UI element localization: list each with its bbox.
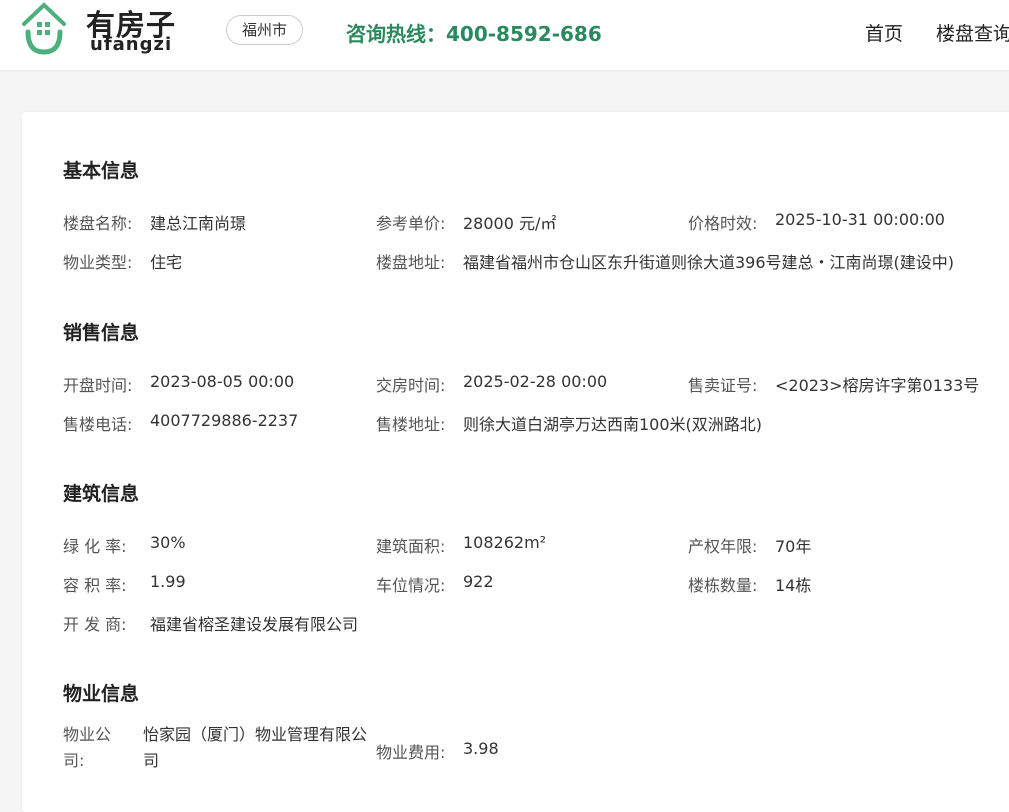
info-field: 物业费用: 3.98 <box>376 739 499 763</box>
field-value: 3.98 <box>463 739 499 758</box>
nav-property-search[interactable]: 楼盘查询 <box>936 19 1009 46</box>
site-header: 有房子 ufangzi 福州市 咨询热线：400-8592-686 首页 楼盘查… <box>0 0 1009 70</box>
info-field: 楼盘名称: 建总江南尚璟 <box>63 210 246 234</box>
field-value: 则徐大道白湖亭万达西南100米(双洲路北) <box>463 415 763 434</box>
field-label: 开 发 商: <box>63 615 127 634</box>
field-value: 108262m² <box>463 533 547 552</box>
building-info-title: 建筑信息 <box>63 483 140 505</box>
field-value: 922 <box>463 572 494 591</box>
field-label: 参考单价: <box>376 214 446 233</box>
field-label: 售楼地址: <box>376 415 446 434</box>
info-field: 售卖证号: <2023>榕房许字第0133号 <box>688 372 979 396</box>
info-field: 建筑面积: 108262m² <box>376 533 546 557</box>
house-icon <box>22 2 66 55</box>
field-value: 福建省榕圣建设发展有限公司 <box>150 615 359 634</box>
info-field: 楼栋数量: 14栋 <box>688 572 811 596</box>
field-label: 产权年限: <box>688 537 758 556</box>
field-value: 4007729886-2237 <box>150 411 299 430</box>
field-value: 建总江南尚璟 <box>150 214 247 233</box>
field-label: 开盘时间: <box>63 376 133 395</box>
info-field: 价格时效: 2025-10-31 00:00:00 <box>688 210 945 234</box>
info-field: 交房时间: 2025-02-28 00:00 <box>376 372 607 396</box>
city-selector[interactable]: 福州市 <box>226 15 303 45</box>
info-field: 售楼地址: 则徐大道白湖亭万达西南100米(双洲路北) <box>376 411 762 435</box>
basic-info-title: 基本信息 <box>63 160 140 182</box>
field-value: 70年 <box>775 537 812 556</box>
hotline: 咨询热线：400-8592-686 <box>346 22 602 46</box>
field-label: 楼栋数量: <box>688 576 758 595</box>
field-label: 售楼电话: <box>63 415 133 434</box>
field-label: 价格时效: <box>688 214 758 233</box>
logo-subtext: ufangzi <box>90 34 173 55</box>
field-value: <2023>榕房许字第0133号 <box>775 376 980 395</box>
field-label: 容 积 率: <box>63 576 127 595</box>
info-field: 楼盘地址: 福建省福州市仓山区东升街道则徐大道396号建总・江南尚璟(建设中) <box>376 249 954 273</box>
field-label: 绿 化 率: <box>63 537 127 556</box>
field-value: 2023-08-05 00:00 <box>150 372 295 391</box>
info-field: 售楼电话: 4007729886-2237 <box>63 411 298 435</box>
field-value: 怡家园（厦门）物业管理有限公司 <box>143 725 368 770</box>
info-field: 物业类型: 住宅 <box>63 249 182 273</box>
field-label: 物业类型: <box>63 253 133 272</box>
nav-home[interactable]: 首页 <box>865 19 903 46</box>
field-label: 售卖证号: <box>688 376 758 395</box>
field-value: 住宅 <box>150 253 183 272</box>
property-info-card: 基本信息楼盘名称: 建总江南尚璟 参考单价: 28000 元/㎡ 价格时效: 2025-1… <box>22 112 1009 812</box>
field-value: 30% <box>150 533 186 552</box>
field-label: 物业公司: <box>63 725 112 770</box>
field-value: 2025-02-28 00:00 <box>463 372 608 391</box>
field-value: 28000 元/㎡ <box>463 214 557 233</box>
sales-info-title: 销售信息 <box>63 322 140 344</box>
info-field: 物业公司: 怡家园（厦门）物业管理有限公司 <box>63 722 375 774</box>
field-value: 福建省福州市仓山区东升街道则徐大道396号建总・江南尚璟(建设中) <box>463 253 955 272</box>
info-field: 开盘时间: 2023-08-05 00:00 <box>63 372 294 396</box>
field-label: 楼盘地址: <box>376 253 446 272</box>
logo[interactable]: 有房子 ufangzi <box>20 2 190 56</box>
field-label: 交房时间: <box>376 376 446 395</box>
field-label: 物业费用: <box>376 743 446 762</box>
field-value: 14栋 <box>775 576 812 595</box>
info-field: 车位情况: 922 <box>376 572 494 596</box>
field-label: 楼盘名称: <box>63 214 133 233</box>
info-field: 参考单价: 28000 元/㎡ <box>376 210 556 234</box>
info-field: 绿 化 率: 30% <box>63 533 186 557</box>
info-field: 容 积 率: 1.99 <box>63 572 186 596</box>
field-label: 车位情况: <box>376 576 446 595</box>
field-label: 建筑面积: <box>376 537 446 556</box>
field-value: 2025-10-31 00:00:00 <box>775 210 945 229</box>
field-value: 1.99 <box>150 572 186 591</box>
property-management-info-title: 物业信息 <box>63 683 140 705</box>
info-field: 开 发 商: 福建省榕圣建设发展有限公司 <box>63 611 358 635</box>
info-field: 产权年限: 70年 <box>688 533 811 557</box>
